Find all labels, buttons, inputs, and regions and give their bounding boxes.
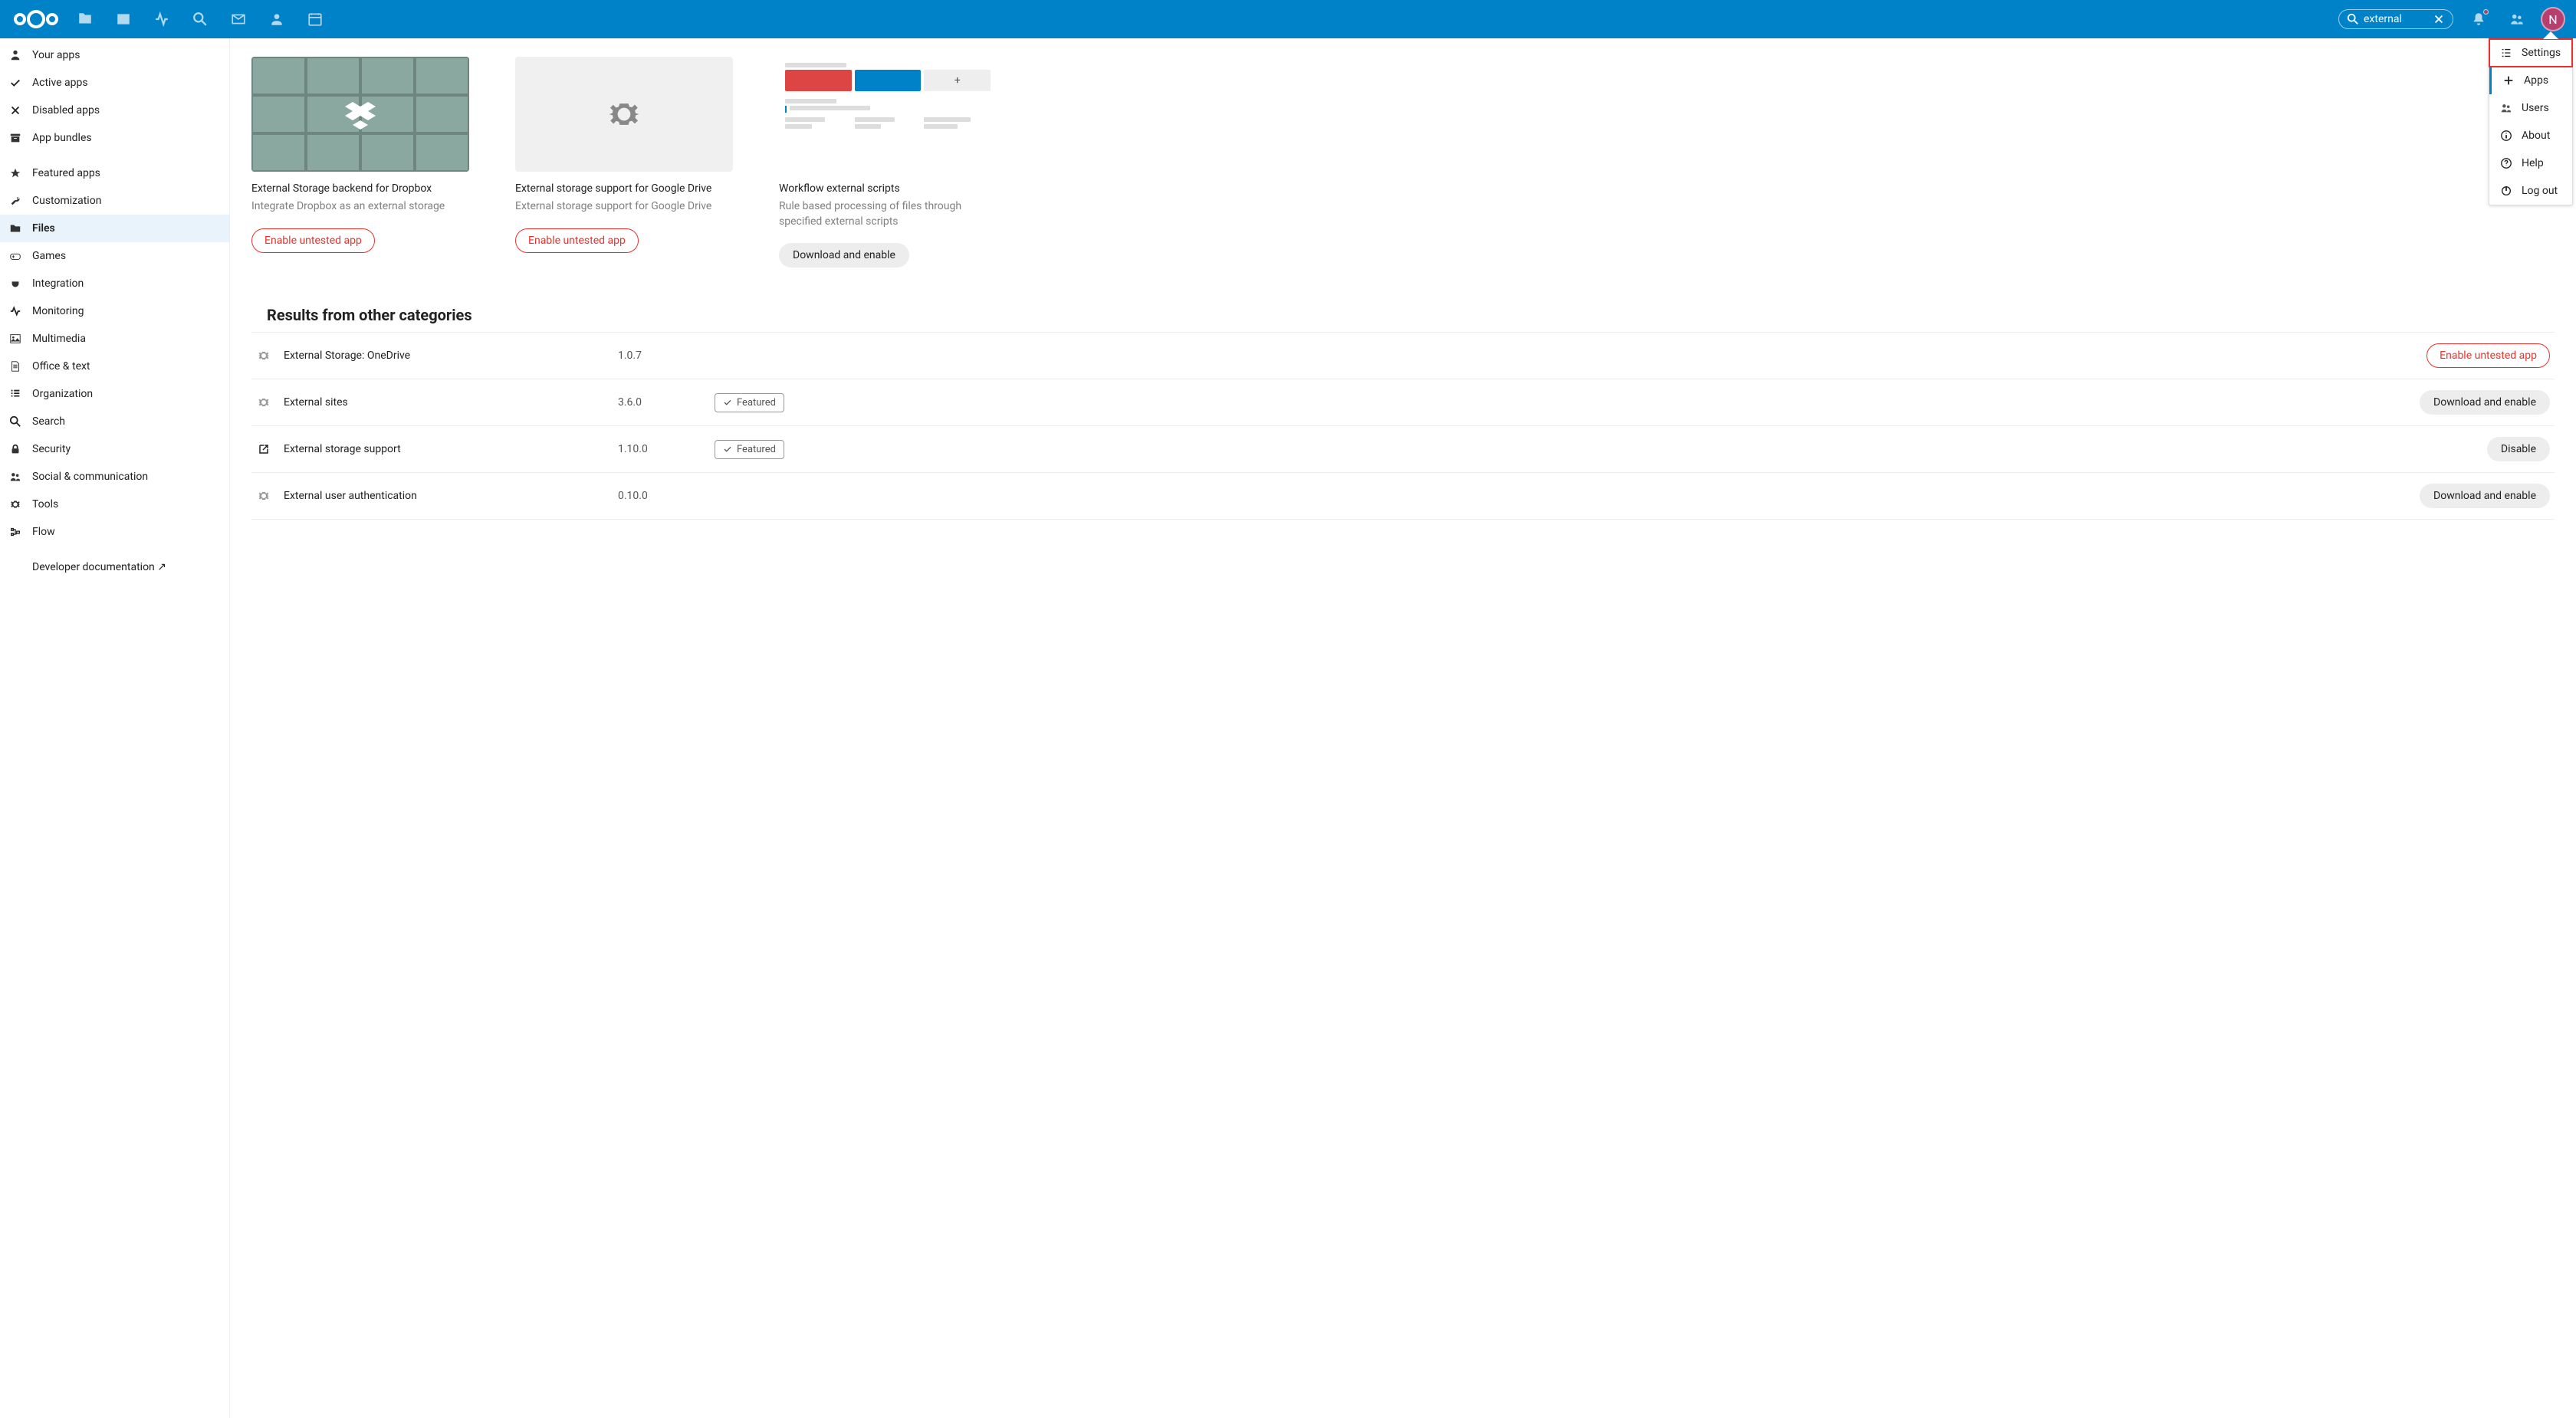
gear-icon [256,349,271,363]
notification-dot [2483,9,2489,15]
nav-contacts-icon[interactable] [258,0,296,38]
table-row[interactable]: External user authentication 0.10.0 Down… [251,472,2555,520]
sidebar-item-customization[interactable]: Customization [0,187,229,215]
external-icon [256,442,271,456]
header-nav [66,0,334,38]
app-version: 0.10.0 [618,490,702,502]
app-card-image [515,57,733,172]
sidebar: Your apps Active apps Disabled apps App … [0,38,230,1418]
gear-icon [256,396,271,409]
app-card-workflow[interactable]: + Workflow external scripts Rule based p… [779,57,997,268]
app-version: 1.10.0 [618,443,702,455]
enable-untested-button[interactable]: Enable untested app [515,228,639,253]
sidebar-item-tools[interactable]: Tools [0,491,229,518]
app-cards: External Storage backend for Dropbox Int… [251,57,2555,268]
sidebar-item-search[interactable]: Search [0,408,229,435]
menu-item-help[interactable]: Help [2489,149,2572,177]
contacts-menu-icon[interactable] [2498,0,2536,38]
enable-untested-button[interactable]: Enable untested app [251,228,375,253]
app-card-image [251,57,469,172]
sidebar-item-multimedia[interactable]: Multimedia [0,325,229,353]
app-name: External storage support [284,443,606,455]
sidebar-item-social[interactable]: Social & communication [0,463,229,491]
nav-calendar-icon[interactable] [296,0,334,38]
nav-mail-icon[interactable] [219,0,258,38]
sidebar-item-disabled-apps[interactable]: Disabled apps [0,97,229,124]
results-table: External Storage: OneDrive 1.0.7 Enable … [251,332,2555,520]
sidebar-item-flow[interactable]: Flow [0,518,229,546]
disable-button[interactable]: Disable [2487,437,2550,461]
search-box[interactable]: external [2338,9,2453,29]
app-version: 3.6.0 [618,396,702,409]
featured-badge: Featured [715,440,784,459]
sidebar-item-your-apps[interactable]: Your apps [0,41,229,69]
gear-icon [256,489,271,503]
sidebar-item-developer-docs[interactable]: Developer documentation ↗ [0,553,229,581]
app-name: External Storage: OneDrive [284,350,606,362]
user-menu-dropdown: Settings Apps Users About Help Log out [2489,38,2573,205]
app-logo[interactable] [6,6,66,32]
app-card-title: Workflow external scripts [779,182,997,195]
app-card-description: Rule based processing of files through s… [779,199,997,229]
sidebar-item-active-apps[interactable]: Active apps [0,69,229,97]
menu-item-users[interactable]: Users [2489,94,2572,122]
app-name: External sites [284,396,606,409]
app-version: 1.0.7 [618,350,702,362]
download-enable-button[interactable]: Download and enable [2420,390,2550,415]
app-name: External user authentication [284,490,606,502]
featured-badge: Featured [715,393,784,412]
search-clear-icon[interactable] [2433,13,2445,25]
enable-untested-button[interactable]: Enable untested app [2426,343,2550,368]
sidebar-item-monitoring[interactable]: Monitoring [0,297,229,325]
notifications-icon[interactable] [2459,0,2498,38]
app-card-image: + [779,57,997,172]
top-header: external N [0,0,2576,38]
main-content: External Storage backend for Dropbox Int… [230,38,2576,1418]
sidebar-item-games[interactable]: Games [0,242,229,270]
table-row[interactable]: External storage support 1.10.0 Featured… [251,425,2555,472]
sidebar-item-security[interactable]: Security [0,435,229,463]
menu-item-settings[interactable]: Settings [2489,39,2572,67]
nav-search-icon[interactable] [181,0,219,38]
sidebar-item-files[interactable]: Files [0,215,229,242]
app-card-google-drive[interactable]: External storage support for Google Driv… [515,57,733,268]
user-avatar[interactable]: N [2541,7,2565,31]
app-card-description: External storage support for Google Driv… [515,199,733,215]
search-value: external [2364,13,2402,25]
menu-item-logout[interactable]: Log out [2489,177,2572,205]
download-enable-button[interactable]: Download and enable [779,243,909,268]
nav-activity-icon[interactable] [143,0,181,38]
section-heading: Results from other categories [251,298,2555,332]
app-card-description: Integrate Dropbox as an external storage [251,199,469,215]
app-card-title: External Storage backend for Dropbox [251,182,469,195]
sidebar-item-featured[interactable]: Featured apps [0,159,229,187]
menu-item-apps[interactable]: Apps [2489,67,2572,94]
sidebar-item-app-bundles[interactable]: App bundles [0,124,229,152]
sidebar-item-integration[interactable]: Integration [0,270,229,297]
table-row[interactable]: External Storage: OneDrive 1.0.7 Enable … [251,332,2555,379]
menu-item-about[interactable]: About [2489,122,2572,149]
app-card-dropbox[interactable]: External Storage backend for Dropbox Int… [251,57,469,268]
nav-photos-icon[interactable] [104,0,143,38]
app-card-title: External storage support for Google Driv… [515,182,733,195]
nav-files-icon[interactable] [66,0,104,38]
table-row[interactable]: External sites 3.6.0 Featured Download a… [251,379,2555,425]
sidebar-item-organization[interactable]: Organization [0,380,229,408]
download-enable-button[interactable]: Download and enable [2420,484,2550,508]
sidebar-item-office[interactable]: Office & text [0,353,229,380]
